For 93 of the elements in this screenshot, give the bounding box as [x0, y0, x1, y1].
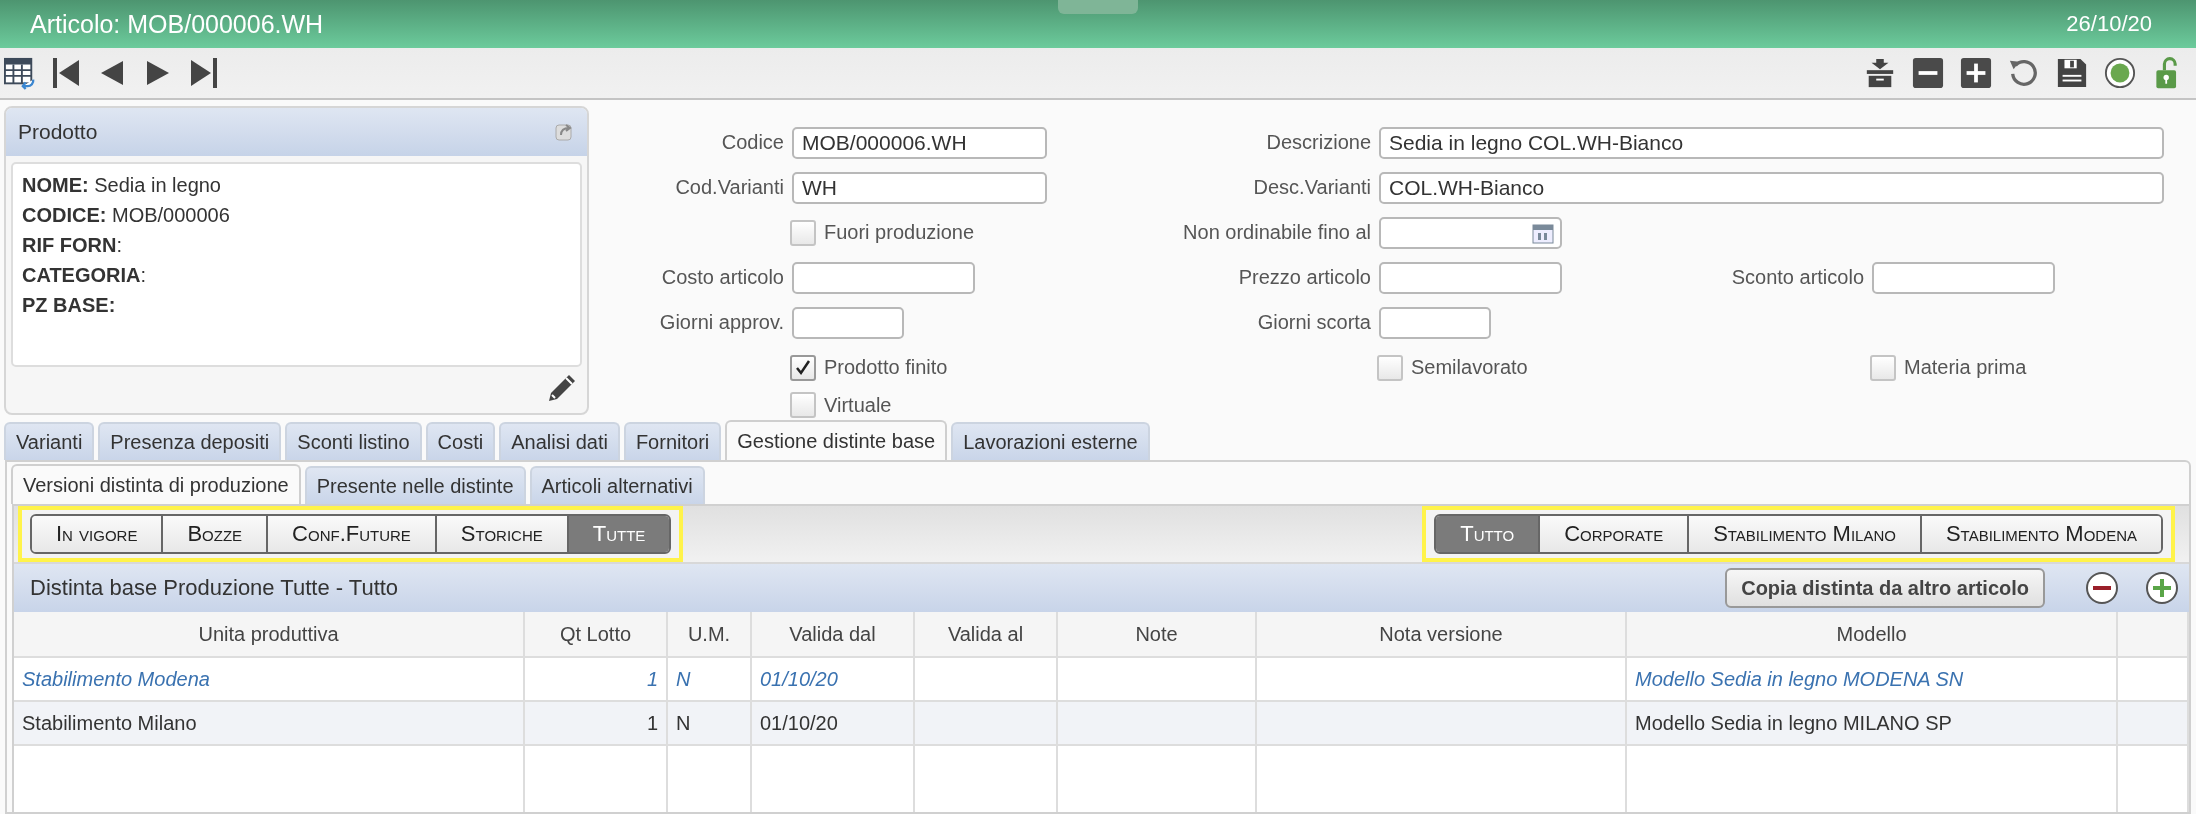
- input-field[interactable]: COL.WH-Bianco: [1379, 171, 2164, 204]
- checkbox[interactable]: [1377, 354, 1403, 381]
- product-info-line: CODICE: MOB/000006: [22, 203, 231, 228]
- table-cell: N: [676, 711, 691, 735]
- tab[interactable]: Versioni distinta di produzione: [11, 464, 301, 504]
- input-field[interactable]: MOB/000006.WH: [792, 126, 1047, 159]
- segment-button[interactable]: Conf.Future: [266, 516, 435, 552]
- product-info-line: RIF FORN:: [22, 233, 123, 258]
- status-dot-icon[interactable]: [2104, 56, 2136, 90]
- tab[interactable]: Presenza depositi: [98, 422, 282, 460]
- table-cell: N: [676, 667, 691, 691]
- input-field[interactable]: [792, 261, 975, 294]
- field-label: Cod.Varianti: [674, 176, 784, 199]
- field-label: Codice: [720, 131, 784, 154]
- segment-button[interactable]: Tutte: [566, 516, 670, 552]
- tab[interactable]: Costi: [425, 422, 496, 460]
- tab[interactable]: Gestione distinte base: [725, 420, 948, 460]
- checkbox[interactable]: [1870, 354, 1896, 381]
- date-field[interactable]: [1379, 216, 1562, 249]
- checkbox-label: Virtuale: [824, 393, 892, 417]
- table-row[interactable]: Stabilimento Modena 1 N 01/10/20 Modello Sedia in legno MODENA SN: [14, 658, 2189, 702]
- product-info-line: PZ BASE:: [22, 293, 117, 318]
- segment-button[interactable]: Tutto: [1436, 516, 1539, 552]
- field-label: Giorni approv.: [658, 311, 784, 334]
- field-label: Descrizione: [1265, 131, 1371, 154]
- add-icon[interactable]: [2145, 571, 2179, 605]
- input-field[interactable]: WH: [792, 171, 1047, 204]
- table-cell: 01/10/20: [760, 667, 838, 691]
- checkbox-label: Materia prima: [1904, 356, 2027, 379]
- input-field[interactable]: [1379, 306, 1491, 339]
- column-header[interactable]: Modello: [1627, 612, 2118, 656]
- table-row[interactable]: Stabilimento Milano 1 N 01/10/20 Modello Sedia in legno MILANO SP: [14, 702, 2189, 746]
- input-field[interactable]: [1872, 261, 2055, 294]
- copy-button[interactable]: Copia distinta da altro articolo: [1725, 568, 2045, 608]
- tab[interactable]: Varianti: [4, 422, 95, 460]
- last-record-icon[interactable]: [188, 56, 220, 90]
- tab[interactable]: Sconti listino: [285, 422, 422, 460]
- table-cell: Stabilimento Milano: [22, 711, 197, 735]
- product-info-line: NOME: Sedia in legno: [22, 173, 222, 198]
- checkbox[interactable]: [790, 219, 816, 246]
- archive-download-icon[interactable]: [1864, 56, 1896, 90]
- field-label: Non ordinabile fino al: [1182, 221, 1371, 244]
- pull-handle[interactable]: [1058, 0, 1138, 14]
- segment-button[interactable]: Bozze: [161, 516, 267, 552]
- table-cell: 1: [646, 667, 658, 691]
- column-header[interactable]: U.M.: [668, 612, 752, 656]
- popout-icon[interactable]: [555, 122, 575, 142]
- checkbox[interactable]: [790, 392, 816, 418]
- segment-button[interactable]: Corporate: [1538, 516, 1688, 552]
- save-icon[interactable]: [2056, 56, 2088, 90]
- input-field[interactable]: [792, 306, 904, 339]
- segment-button[interactable]: Stabilimento Milano: [1687, 516, 1920, 552]
- segment-button[interactable]: Storiche: [434, 516, 567, 552]
- plus-icon[interactable]: [1960, 56, 1992, 90]
- first-record-icon[interactable]: [50, 56, 82, 90]
- column-header[interactable]: Unita produttiva: [14, 612, 525, 656]
- table-cell: 1: [646, 711, 658, 735]
- calendar-icon[interactable]: [1532, 221, 1554, 244]
- tab[interactable]: Lavorazioni esterne: [951, 422, 1150, 460]
- date-label: 26/10/20: [2066, 11, 2152, 37]
- field-label: Costo articolo: [660, 266, 784, 289]
- field-label: Giorni scorta: [1256, 311, 1371, 334]
- input-field[interactable]: Sedia in legno COL.WH-Bianco: [1379, 126, 2164, 159]
- column-header[interactable]: Valida al: [915, 612, 1058, 656]
- tab[interactable]: Presente nelle distinte: [304, 466, 526, 504]
- checkbox-label: Prodotto finito: [824, 356, 948, 379]
- minus-icon[interactable]: [1912, 56, 1944, 90]
- table-cell: Modello Sedia in legno MILANO SP: [1635, 711, 1952, 735]
- window-title: Articolo: MOB/000006.WH: [30, 9, 324, 39]
- field-label: Sconto articolo: [1730, 266, 1864, 289]
- table-list-icon[interactable]: [4, 56, 36, 90]
- checkbox-label: Fuori produzione: [824, 221, 975, 244]
- column-header[interactable]: Valida dal: [752, 612, 915, 656]
- tab[interactable]: Analisi dati: [499, 422, 620, 460]
- segment-button[interactable]: In vigore: [32, 516, 162, 552]
- input-field[interactable]: [1379, 261, 1562, 294]
- tab[interactable]: Fornitori: [623, 422, 722, 460]
- checkbox[interactable]: [790, 354, 816, 381]
- table-cell: 01/10/20: [760, 711, 838, 735]
- grid-title: Distinta base Produzione Tutte - Tutto: [30, 575, 399, 601]
- segment-button[interactable]: Stabilimento Modena: [1919, 516, 2161, 552]
- table-cell: Stabilimento Modena: [22, 667, 210, 691]
- column-header[interactable]: Qt Lotto: [525, 612, 668, 656]
- product-info-line: CATEGORIA:: [22, 263, 148, 288]
- field-label: Desc.Varianti: [1252, 176, 1371, 199]
- remove-icon[interactable]: [2085, 571, 2119, 605]
- column-header[interactable]: Nota versione: [1257, 612, 1627, 656]
- table-cell: Modello Sedia in legno MODENA SN: [1635, 667, 1964, 691]
- checkbox-label: Semilavorato: [1411, 356, 1528, 379]
- column-header[interactable]: Note: [1058, 612, 1257, 656]
- field-label: Prezzo articolo: [1237, 266, 1371, 289]
- tab[interactable]: Articoli alternativi: [529, 466, 705, 504]
- panel-title: Prodotto: [18, 120, 98, 144]
